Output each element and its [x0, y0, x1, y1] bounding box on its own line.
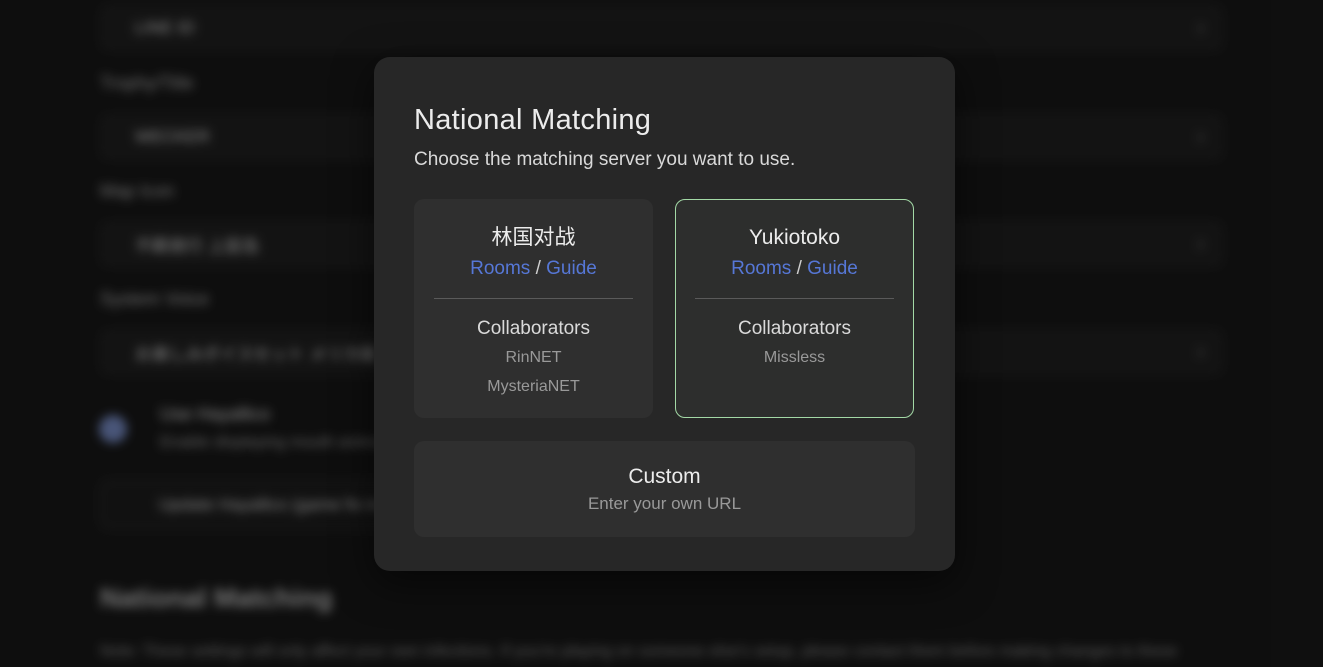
server-cards-row: 林国对战 Rooms / Guide Collaborators RinNET …	[414, 199, 915, 418]
collaborator-name: Missless	[676, 344, 913, 371]
server-card-yukiotoko[interactable]: Yukiotoko Rooms / Guide Collaborators Mi…	[675, 199, 914, 418]
modal-subtitle: Choose the matching server you want to u…	[414, 147, 915, 173]
national-matching-modal: National Matching Choose the matching se…	[374, 57, 955, 571]
card-divider	[695, 298, 894, 299]
app-window: LINE ID › Trophy/Title WECKER › Map Icon…	[0, 0, 1323, 667]
link-separator: /	[797, 258, 802, 279]
server-name: 林国对战	[415, 223, 652, 252]
card-divider	[434, 298, 633, 299]
collaborator-name: RinNET	[415, 344, 652, 371]
guide-link[interactable]: Guide	[546, 258, 597, 279]
collaborator-name: MysteriaNET	[415, 373, 652, 400]
link-separator: /	[536, 258, 541, 279]
server-links: Rooms / Guide	[415, 255, 652, 283]
custom-server-card[interactable]: Custom Enter your own URL	[414, 441, 915, 537]
server-links: Rooms / Guide	[676, 255, 913, 283]
modal-title: National Matching	[414, 101, 915, 139]
rooms-link[interactable]: Rooms	[731, 258, 791, 279]
rooms-link[interactable]: Rooms	[470, 258, 530, 279]
server-name: Yukiotoko	[676, 223, 913, 252]
custom-card-subtitle: Enter your own URL	[588, 494, 741, 514]
guide-link[interactable]: Guide	[807, 258, 858, 279]
collaborators-heading: Collaborators	[415, 316, 652, 342]
collaborators-heading: Collaborators	[676, 316, 913, 342]
server-card-linguoduizhan[interactable]: 林国对战 Rooms / Guide Collaborators RinNET …	[414, 199, 653, 418]
custom-card-title: Custom	[628, 465, 700, 489]
